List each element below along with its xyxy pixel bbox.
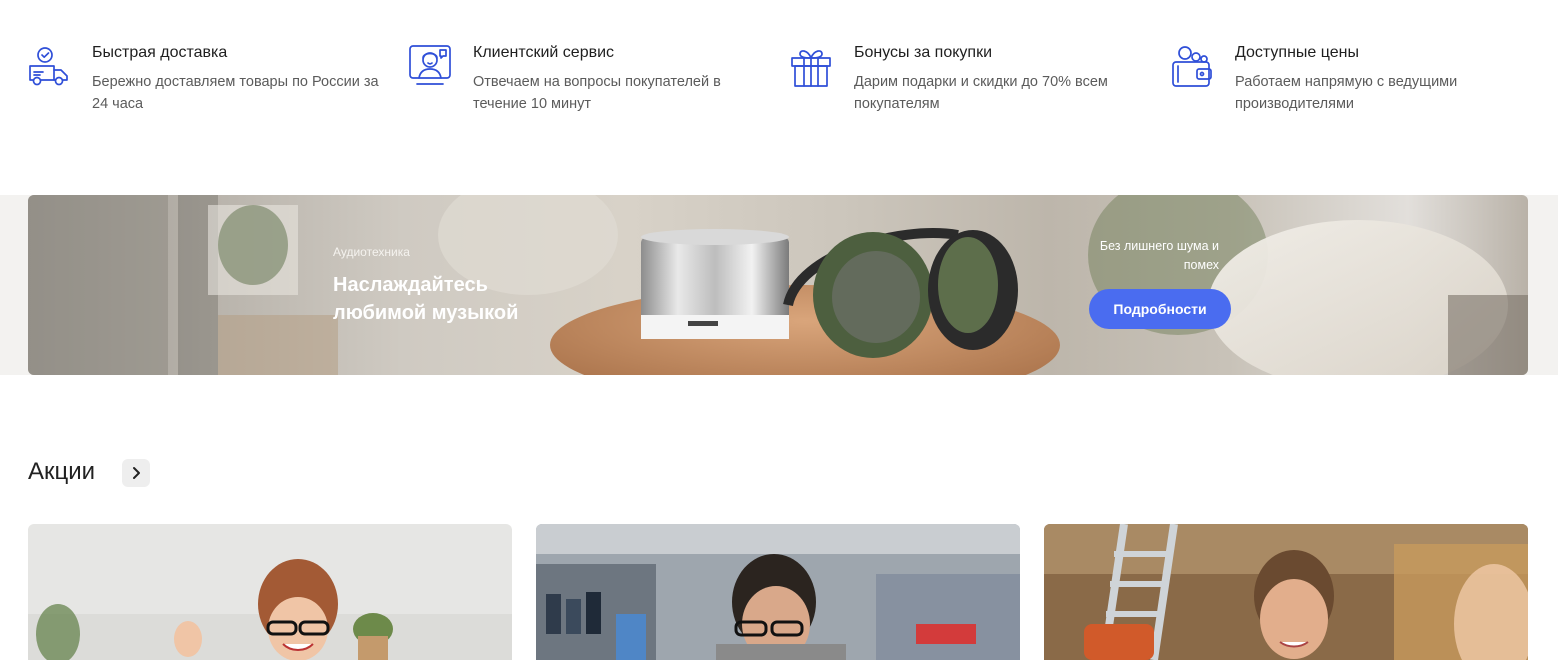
feature-customer-service: Клиентский сервис Отвечаем на вопросы по… [409, 42, 769, 122]
promo-card-image [28, 524, 512, 660]
promo-card[interactable] [28, 524, 512, 660]
feature-title: Быстрая доставка [92, 44, 228, 61]
promo-card-image [536, 524, 1020, 660]
features-row: Быстрая доставка Бережно доставляем това… [28, 42, 1528, 122]
feature-title: Доступные цены [1235, 44, 1359, 61]
banner-category: Аудиотехника [333, 245, 410, 259]
feature-fast-delivery: Быстрая доставка Бережно доставляем това… [28, 42, 388, 122]
banner-image [28, 195, 1528, 375]
support-agent-icon [409, 44, 451, 88]
banner-tagline: Без лишнего шума и помех [1099, 239, 1219, 272]
promotions-more-button[interactable] [122, 459, 150, 487]
wallet-icon [1171, 44, 1213, 88]
banner-details-button[interactable]: Подробности [1089, 289, 1231, 329]
promo-card-image [1044, 524, 1528, 660]
feature-description: Бережно доставляем товары по России за 2… [92, 74, 379, 112]
banner-title: Наслаждайтесь любимой музыкой [333, 274, 519, 324]
feature-description: Работаем напрямую с ведущими производите… [1235, 74, 1458, 112]
delivery-truck-icon [28, 44, 70, 88]
gift-icon [790, 44, 832, 88]
feature-title: Клиентский сервис [473, 44, 615, 61]
promo-card[interactable] [1044, 524, 1528, 660]
section-title: Акции [28, 458, 96, 485]
feature-affordable-prices: Доступные цены Работаем напрямую с ведущ… [1171, 42, 1531, 122]
chevron-right-icon [133, 467, 140, 479]
feature-description: Отвечаем на вопросы покупателей в течени… [473, 74, 721, 112]
promo-banner[interactable]: Аудиотехника Наслаждайтесь любимой музык… [28, 195, 1528, 375]
feature-description: Дарим подарки и скидки до 70% всем покуп… [854, 74, 1108, 112]
feature-title: Бонусы за покупки [854, 44, 993, 61]
feature-bonuses: Бонусы за покупки Дарим подарки и скидки… [790, 42, 1150, 122]
promo-card[interactable] [536, 524, 1020, 660]
